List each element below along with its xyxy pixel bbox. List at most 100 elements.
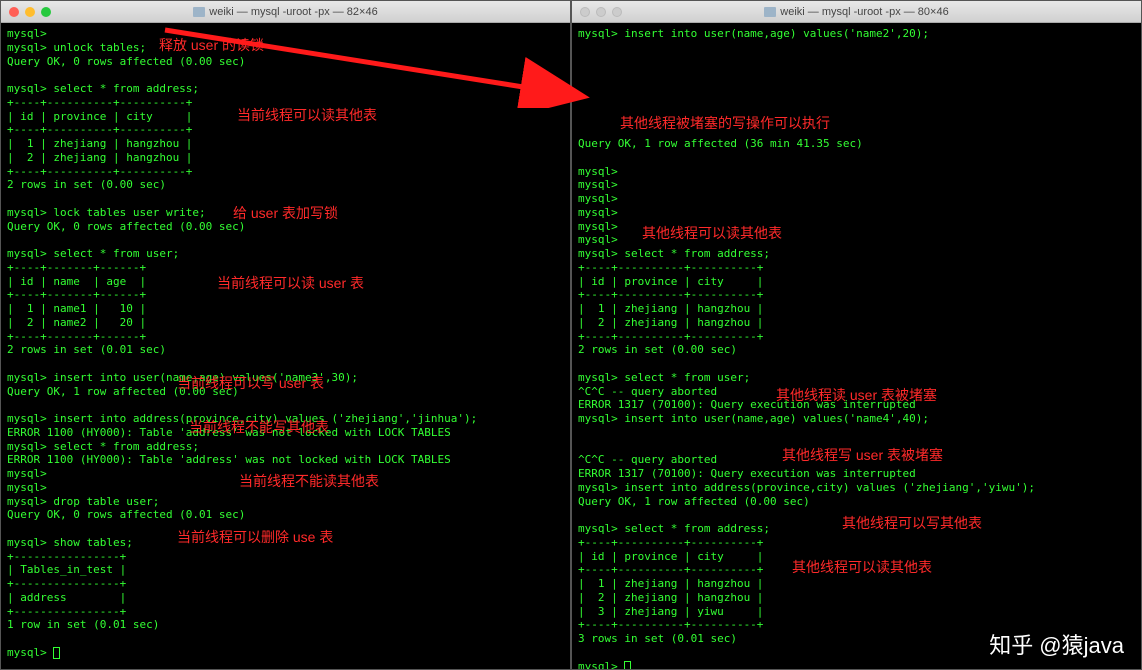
terminal-line: Query OK, 0 rows affected (0.01 sec): [7, 508, 564, 522]
folder-icon: [764, 7, 776, 17]
annotation-text: 给 user 表加写锁: [233, 205, 338, 223]
terminal-line: Query OK, 1 row affected (0.00 sec): [578, 495, 1135, 509]
terminal-line: 2 rows in set (0.00 sec): [7, 178, 564, 192]
terminal-line: +----+----------+----------+: [578, 261, 1135, 275]
terminal-line: +----+----------+----------+: [7, 165, 564, 179]
annotation-text: 其他线程写 user 表被堵塞: [782, 447, 943, 465]
terminal-line: Query OK, 1 row affected (36 min 41.35 s…: [578, 137, 1135, 151]
annotation-text: 其他线程可以读其他表: [792, 559, 932, 577]
annotation-text: 其他线程被堵塞的写操作可以执行: [620, 115, 830, 133]
terminal-line: | Tables_in_test |: [7, 563, 564, 577]
terminal-line: [7, 68, 564, 82]
annotation-text: 当前线程不能写其他表: [189, 419, 329, 437]
terminal-line: mysql> select * from user;: [578, 371, 1135, 385]
terminal-line: mysql>: [7, 27, 564, 41]
terminal-line: mysql> drop table user;: [7, 495, 564, 509]
terminal-line: ERROR 1100 (HY000): Table 'address' was …: [7, 453, 564, 467]
left-terminal-body[interactable]: mysql> mysql> unlock tables;Query OK, 0 …: [1, 23, 570, 669]
terminal-line: [7, 632, 564, 646]
terminal-line: | 2 | zhejiang | hangzhou |: [578, 316, 1135, 330]
terminal-line: | 1 | zhejiang | hangzhou |: [578, 577, 1135, 591]
window-controls: [580, 7, 622, 17]
terminal-line: | 3 | zhejiang | yiwu |: [578, 605, 1135, 619]
terminal-line: ERROR 1317 (70100): Query execution was …: [578, 467, 1135, 481]
left-titlebar[interactable]: weiki — mysql -uroot -px — 82×46: [1, 1, 570, 23]
right-terminal-body[interactable]: mysql> insert into user(name,age) values…: [572, 23, 1141, 669]
title-text: weiki — mysql -uroot -px — 80×46: [780, 6, 948, 18]
terminal-line: [7, 357, 564, 371]
right-titlebar[interactable]: weiki — mysql -uroot -px — 80×46: [572, 1, 1141, 23]
right-terminal-window: weiki — mysql -uroot -px — 80×46 mysql> …: [571, 0, 1142, 670]
terminal-line: [578, 357, 1135, 371]
terminal-line: mysql>: [578, 192, 1135, 206]
terminal-line: mysql>: [578, 165, 1135, 179]
terminal-line: [578, 41, 1135, 55]
terminal-line: +----------------+: [7, 577, 564, 591]
terminal-line: mysql> unlock tables;: [7, 41, 564, 55]
cursor-icon: [624, 661, 631, 670]
terminal-line: | 2 | zhejiang | hangzhou |: [7, 151, 564, 165]
watermark-text: 知乎 @猿java: [989, 628, 1124, 660]
terminal-line: +----+----------+----------+: [578, 536, 1135, 550]
close-icon[interactable]: [580, 7, 590, 17]
annotation-text: 当前线程可以读其他表: [237, 107, 377, 125]
window-title: weiki — mysql -uroot -px — 80×46: [764, 6, 948, 18]
terminal-line: | address |: [7, 591, 564, 605]
maximize-icon[interactable]: [41, 7, 51, 17]
folder-icon: [193, 7, 205, 17]
terminal-line: mysql>: [578, 178, 1135, 192]
terminal-line: [7, 233, 564, 247]
terminal-line: Query OK, 0 rows affected (0.00 sec): [7, 55, 564, 69]
terminal-line: mysql> insert into user(name,age) values…: [578, 27, 1135, 41]
annotation-text: 其他线程可以读其他表: [642, 225, 782, 243]
terminal-line: [578, 96, 1135, 110]
cursor-icon: [53, 647, 60, 659]
window-controls: [9, 7, 51, 17]
terminal-line: [7, 192, 564, 206]
terminal-line: mysql> insert into user(name,age) values…: [578, 412, 1135, 426]
terminal-line: mysql>: [7, 646, 564, 660]
terminal-line: | 1 | name1 | 10 |: [7, 302, 564, 316]
terminal-line: | 2 | name2 | 20 |: [7, 316, 564, 330]
terminal-line: +----+----------+----------+: [578, 330, 1135, 344]
terminal-line: [578, 151, 1135, 165]
terminal-line: [578, 426, 1135, 440]
terminal-line: [578, 68, 1135, 82]
terminal-line: [578, 55, 1135, 69]
terminal-line: 2 rows in set (0.01 sec): [7, 343, 564, 357]
terminal-line: +----+----------+----------+: [7, 123, 564, 137]
annotation-text: 当前线程可以读 user 表: [217, 275, 364, 293]
annotation-text: 当前线程可以删除 use 表: [177, 529, 333, 547]
annotation-text: 当前线程不能读其他表: [239, 473, 379, 491]
annotation-text: 当前线程可以写 user 表: [177, 375, 324, 393]
terminal-line: mysql>: [578, 206, 1135, 220]
terminal-line: [7, 398, 564, 412]
terminal-line: [578, 82, 1135, 96]
annotation-text: 其他线程读 user 表被堵塞: [776, 387, 937, 405]
terminal-line: +----+----------+----------+: [578, 288, 1135, 302]
terminal-line: mysql> insert into address(province,city…: [578, 481, 1135, 495]
maximize-icon[interactable]: [612, 7, 622, 17]
terminal-line: mysql> select * from address;: [7, 440, 564, 454]
terminal-line: | 1 | zhejiang | hangzhou |: [578, 302, 1135, 316]
annotation-text: 释放 user 的读锁: [159, 37, 264, 55]
terminal-line: +----+-------+------+: [7, 330, 564, 344]
left-terminal-window: weiki — mysql -uroot -px — 82×46 mysql> …: [0, 0, 571, 670]
terminal-line: mysql> select * from address;: [7, 82, 564, 96]
terminal-line: | id | province | city |: [578, 275, 1135, 289]
terminal-line: mysql>: [578, 660, 1135, 670]
minimize-icon[interactable]: [596, 7, 606, 17]
terminal-line: +----------------+: [7, 605, 564, 619]
annotation-text: 其他线程可以写其他表: [842, 515, 982, 533]
terminal-line: 1 row in set (0.01 sec): [7, 618, 564, 632]
terminal-line: +----------------+: [7, 550, 564, 564]
window-title: weiki — mysql -uroot -px — 82×46: [193, 6, 377, 18]
terminal-line: | 1 | zhejiang | hangzhou |: [7, 137, 564, 151]
terminal-line: mysql> select * from address;: [578, 247, 1135, 261]
terminal-line: | 2 | zhejiang | hangzhou |: [578, 591, 1135, 605]
title-text: weiki — mysql -uroot -px — 82×46: [209, 6, 377, 18]
terminal-line: 2 rows in set (0.00 sec): [578, 343, 1135, 357]
terminal-line: +----+-------+------+: [7, 261, 564, 275]
minimize-icon[interactable]: [25, 7, 35, 17]
close-icon[interactable]: [9, 7, 19, 17]
